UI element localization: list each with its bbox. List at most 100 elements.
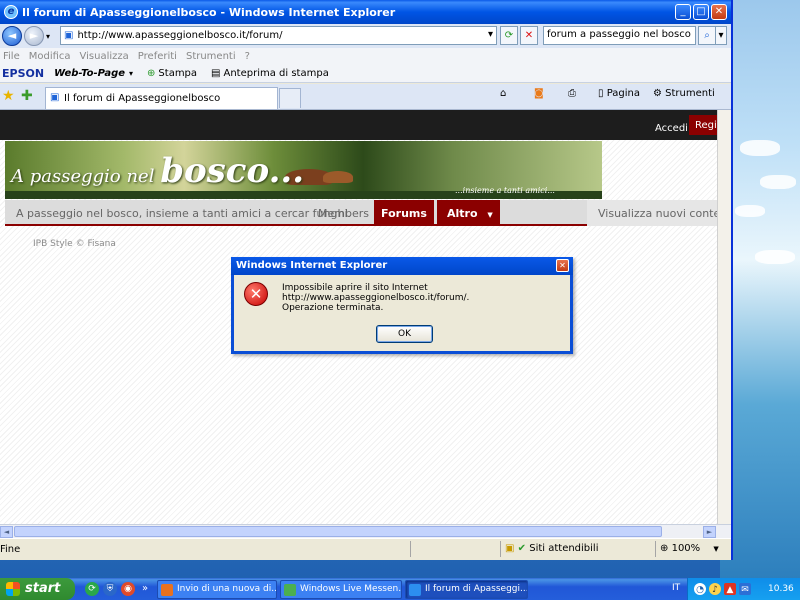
- home-icon[interactable]: ⌂: [500, 88, 506, 99]
- menu-file[interactable]: File: [3, 51, 20, 62]
- refresh-button[interactable]: ⟳: [500, 26, 518, 45]
- zoom-dropdown-icon: ▼: [713, 545, 719, 553]
- tray-mail-icon[interactable]: ✉: [739, 583, 751, 595]
- epson-logo: EPSON: [2, 67, 45, 80]
- banner-logo: A passeggio nel bosco...: [11, 151, 304, 191]
- taskbar-messenger-icon: [284, 584, 296, 596]
- taskbar-item-ie-forum[interactable]: Il forum di Apasseggi...: [405, 580, 528, 599]
- quicklaunch-chrome-icon[interactable]: ◉: [121, 582, 135, 596]
- zoom-level: 100%: [671, 543, 701, 554]
- language-indicator[interactable]: IT: [672, 583, 680, 593]
- menu-visualizza[interactable]: Visualizza: [80, 51, 129, 62]
- system-tray: ◔ ♪ ▲ ✉ 10.36: [687, 578, 800, 600]
- tray-network-icon[interactable]: ◔: [694, 583, 706, 595]
- dialog-detail: Operazione terminata.: [282, 303, 384, 313]
- tools-menu-label: Strumenti: [665, 88, 715, 99]
- close-button[interactable]: ✕: [711, 4, 727, 20]
- tab-active[interactable]: ▣ Il forum di Apasseggionelbosco: [45, 87, 278, 109]
- new-tab-button[interactable]: [279, 88, 301, 108]
- wallpaper-cloud: [735, 205, 765, 217]
- wallpaper-cloud: [755, 250, 795, 264]
- lock-icon: ▣: [505, 543, 515, 554]
- taskbar-item-email[interactable]: Invio di una nuova di...: [157, 580, 277, 599]
- add-favorites-icon[interactable]: ✚: [21, 88, 33, 104]
- taskbar-item-label: Windows Live Messen...: [300, 584, 402, 594]
- web-to-page-dropdown-icon[interactable]: ▾: [129, 69, 133, 78]
- quicklaunch-more-icon[interactable]: »: [140, 582, 150, 596]
- taskbar-firefox-icon: [161, 584, 173, 596]
- horizontal-scrollbar[interactable]: ◄ ►: [0, 524, 731, 538]
- windows-logo-icon: [6, 582, 20, 596]
- status-text: Fine: [0, 544, 21, 555]
- scroll-right-arrow[interactable]: ►: [703, 526, 716, 538]
- ie-logo-icon: e: [4, 5, 18, 19]
- dialog-title: Windows Internet Explorer: [236, 260, 388, 271]
- search-options-dropdown-icon[interactable]: ▾: [715, 26, 727, 45]
- error-dialog: Windows Internet Explorer ✕ ✕ Impossibil…: [231, 257, 573, 354]
- recent-pages-dropdown-icon[interactable]: ▾: [46, 32, 50, 41]
- nav-more[interactable]: Altro ▼: [437, 200, 500, 226]
- security-zone[interactable]: ▣ ✔ Siti attendibili: [500, 541, 655, 557]
- ok-button[interactable]: OK: [376, 325, 433, 343]
- print-preview-button[interactable]: Anteprima di stampa: [224, 68, 329, 79]
- maximize-button[interactable]: □: [693, 4, 709, 20]
- minimize-button[interactable]: _: [675, 4, 691, 20]
- ipb-style-credit: IPB Style © Fisana: [33, 239, 116, 249]
- banner-title-small: A passeggio nel: [11, 166, 155, 187]
- scroll-thumb[interactable]: [14, 526, 662, 537]
- web-to-page-menu[interactable]: Web-To-Page: [54, 68, 125, 79]
- dialog-close-button[interactable]: ✕: [556, 259, 569, 272]
- zoom-icon: ⊕: [660, 543, 669, 554]
- tab-title: Il forum di Apasseggionelbosco: [64, 93, 221, 104]
- scroll-left-arrow[interactable]: ◄: [0, 526, 13, 538]
- checkmark-icon: ✔: [517, 543, 527, 554]
- favorites-star-icon[interactable]: ★: [2, 88, 15, 104]
- page-menu[interactable]: ▯ Pagina: [598, 88, 640, 99]
- banner-title-big: bosco...: [160, 151, 305, 191]
- menu-strumenti[interactable]: Strumenti: [186, 51, 236, 62]
- site-navbar: A passeggio nel bosco, insieme a tanti a…: [5, 200, 717, 226]
- dialog-titlebar[interactable]: Windows Internet Explorer ✕: [231, 257, 573, 275]
- status-segment: [410, 541, 500, 557]
- forward-button[interactable]: ►: [24, 26, 44, 46]
- menu-help[interactable]: ?: [245, 51, 250, 62]
- vertical-scrollbar[interactable]: [717, 110, 731, 524]
- taskbar-ie-icon: [409, 584, 421, 596]
- tools-menu[interactable]: ⚙ Strumenti: [653, 88, 715, 99]
- nav-forums[interactable]: Forums: [374, 200, 434, 226]
- dialog-message: Impossibile aprire il sito Internet http…: [282, 283, 470, 303]
- nav-new-content[interactable]: Visualizza nuovi contenuti: [587, 200, 717, 226]
- quicklaunch-refresh-icon[interactable]: ⟳: [85, 582, 99, 596]
- start-button[interactable]: start: [0, 578, 75, 600]
- nav-members[interactable]: Members: [318, 200, 369, 226]
- taskbar-item-messenger[interactable]: Windows Live Messen...: [280, 580, 402, 599]
- register-button[interactable]: Registrati: [689, 115, 717, 135]
- page-icon: ▯: [598, 88, 607, 99]
- print-toolbar-icon[interactable]: ⎙: [568, 88, 576, 99]
- epson-toolbar: EPSON Web-To-Page ▾ ⊕ Stampa ▤ Anteprima…: [0, 65, 731, 83]
- tray-speaker-icon[interactable]: ♪: [709, 583, 721, 595]
- login-link[interactable]: Accedi: [655, 123, 688, 134]
- print-button[interactable]: Stampa: [158, 68, 197, 79]
- address-field[interactable]: ▣ http://www.apasseggionelbosco.it/forum…: [60, 26, 497, 45]
- window-titlebar[interactable]: e Il forum di Apasseggionelbosco - Windo…: [0, 0, 731, 24]
- error-icon: ✕: [244, 282, 268, 306]
- address-dropdown-icon[interactable]: ▾: [484, 26, 497, 45]
- stop-button[interactable]: ✕: [520, 26, 538, 45]
- menu-modifica[interactable]: Modifica: [29, 51, 71, 62]
- quicklaunch-shield-icon[interactable]: ⛨: [103, 582, 117, 596]
- back-button[interactable]: ◄: [2, 26, 22, 46]
- search-icon[interactable]: ⌕: [698, 26, 716, 45]
- site-topbar: Accedi Registrati: [0, 110, 717, 140]
- tray-antivirus-icon[interactable]: ▲: [724, 583, 736, 595]
- feeds-icon[interactable]: ◙: [534, 88, 544, 99]
- mushroom-image: [323, 171, 353, 183]
- menu-preferiti[interactable]: Preferiti: [138, 51, 177, 62]
- tab-bar: ★ ✚ ▣ Il forum di Apasseggionelbosco ⌂ ◙…: [0, 84, 731, 110]
- clock[interactable]: 10.36: [768, 584, 794, 594]
- search-input[interactable]: forum a passeggio nel bosco: [543, 26, 696, 45]
- zoom-control[interactable]: ⊕ 100% ▼: [655, 541, 731, 557]
- page-menu-label: Pagina: [606, 88, 640, 99]
- nav-more-label: Altro: [447, 207, 478, 220]
- start-label: start: [25, 581, 61, 596]
